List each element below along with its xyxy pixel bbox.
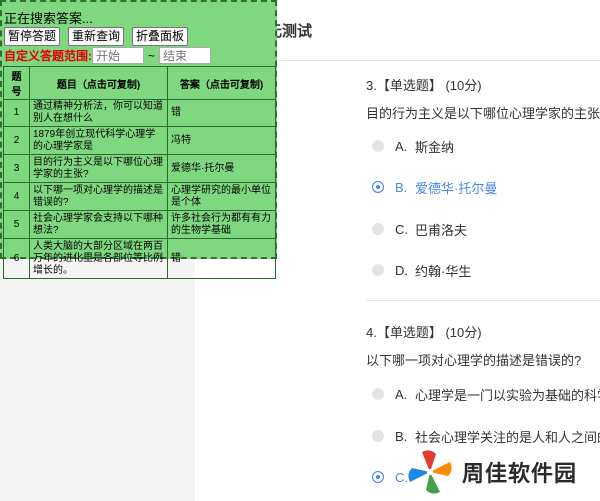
panel-toolbar: 暂停答题 重新查询 折叠面板 — [4, 27, 189, 46]
table-header-row: 题号 题目（点击可复制) 答案（点击可复制) — [3, 66, 276, 100]
radio-selected-icon[interactable] — [372, 181, 384, 193]
option-text: 斯金纳 — [415, 139, 455, 155]
answer-range-row: 自定义答题范围: ~ — [4, 47, 212, 64]
option-letter: D. — [395, 262, 408, 278]
row-answer[interactable]: 爱德华·托尔曼 — [167, 154, 276, 183]
option-letter: A. — [395, 386, 408, 402]
option-letter: A. — [395, 138, 408, 154]
column-header-question: 题目（点击可复制) — [29, 66, 168, 100]
row-question[interactable]: 1879年创立现代科学心理学的心理学家是 — [29, 126, 168, 155]
question-4-option-b[interactable]: B. 社会心理学关注的是人和人之间的关 — [372, 426, 600, 446]
collapse-panel-button[interactable]: 折叠面板 — [132, 27, 189, 46]
row-question[interactable]: 人类大脑的大部分区域在两百万年的进化里是各部位等比例增长的。 — [29, 238, 168, 279]
row-question[interactable]: 以下哪一项对心理学的描述是错误的? — [29, 182, 168, 211]
question-3-header: 3.【单选题】 (10分) — [366, 78, 482, 93]
table-row: 1 通过精神分析法，你可以知道别人在想什么 错 — [3, 99, 276, 127]
row-question[interactable]: 目的行为主义是以下哪位心理学家的主张? — [29, 154, 168, 183]
radio-icon[interactable] — [372, 140, 384, 152]
option-letter: B. — [395, 179, 408, 195]
requery-button[interactable]: 重新查询 — [68, 27, 125, 46]
option-text: 社会心理学关注的是人和人之间的关 — [415, 429, 600, 445]
row-number: 2 — [3, 126, 30, 155]
watermark: 周佳软件园 — [404, 448, 577, 496]
table-row: 5 社会心理学家会支持以下哪种想法? 许多社会行为都有有力的生物学基础 — [3, 210, 276, 239]
table-row: 3 目的行为主义是以下哪位心理学家的主张? 爱德华·托尔曼 — [3, 154, 276, 183]
question-3-option-d[interactable]: D. 约翰·华生 — [372, 260, 471, 280]
radio-icon[interactable] — [372, 223, 384, 235]
pause-answer-button[interactable]: 暂停答题 — [4, 27, 61, 46]
range-label: 自定义答题范围: — [4, 49, 92, 63]
table-row: 2 1879年创立现代科学心理学的心理学家是 冯特 — [3, 126, 276, 155]
question-4-text: 以下哪一项对心理学的描述是错误的? — [366, 353, 582, 368]
option-letter: C. — [395, 221, 408, 237]
range-end-input[interactable] — [159, 47, 212, 64]
option-letter: B. — [395, 428, 408, 444]
option-text: 心理学是一门以实验为基础的科学 — [415, 387, 600, 403]
column-header-answer: 答案（点击可复制) — [167, 66, 276, 100]
row-question[interactable]: 通过精神分析法，你可以知道别人在想什么 — [29, 99, 168, 127]
watermark-text: 周佳软件园 — [462, 461, 578, 486]
question-3-option-c[interactable]: C. 巴甫洛夫 — [372, 219, 467, 239]
row-answer[interactable]: 错 — [167, 238, 276, 279]
column-header-number: 题号 — [3, 66, 30, 100]
row-answer[interactable]: 冯特 — [167, 126, 276, 155]
row-question[interactable]: 社会心理学家会支持以下哪种想法? — [29, 210, 168, 239]
row-answer[interactable]: 错 — [167, 99, 276, 127]
radio-icon[interactable] — [372, 430, 384, 442]
answer-table-wrap: 题号 题目（点击可复制) 答案（点击可复制) 1 通过精神分析法，你可以知道别人… — [3, 66, 276, 279]
pinwheel-logo-icon — [408, 450, 452, 494]
question-4-option-a[interactable]: A. 心理学是一门以实验为基础的科学 — [372, 384, 600, 404]
radio-icon[interactable] — [372, 264, 384, 276]
option-text: 爱德华·托尔曼 — [415, 180, 498, 196]
row-number: 1 — [3, 99, 30, 127]
range-start-input[interactable] — [92, 47, 144, 64]
question-3-text: 目的行为主义是以下哪位心理学家的主张? — [366, 106, 600, 121]
option-text: 巴甫洛夫 — [415, 222, 468, 238]
answer-table: 题号 题目（点击可复制) 答案（点击可复制) 1 通过精神分析法，你可以知道别人… — [3, 66, 276, 279]
row-number: 5 — [3, 210, 30, 239]
row-answer[interactable]: 心理学研究的最小单位是个体 — [167, 182, 276, 211]
row-number: 6 — [3, 238, 30, 279]
search-status: 正在搜索答案... — [4, 11, 93, 26]
range-separator: ~ — [148, 48, 156, 63]
option-text: 约翰·华生 — [415, 263, 472, 279]
row-number: 3 — [3, 154, 30, 183]
radio-selected-icon[interactable] — [372, 471, 384, 483]
answer-panel: 正在搜索答案... 暂停答题 重新查询 折叠面板 自定义答题范围: ~ 题号 题… — [0, 0, 277, 279]
question-divider — [366, 300, 600, 301]
radio-icon[interactable] — [372, 388, 384, 400]
table-row: 4 以下哪一项对心理学的描述是错误的? 心理学研究的最小单位是个体 — [3, 182, 276, 211]
table-row: 6 人类大脑的大部分区域在两百万年的进化里是各部位等比例增长的。 错 — [3, 238, 276, 279]
row-number: 4 — [3, 182, 30, 211]
row-answer[interactable]: 许多社会行为都有有力的生物学基础 — [167, 210, 276, 239]
question-3-option-b[interactable]: B. 爱德华·托尔曼 — [372, 177, 497, 197]
question-3-option-a[interactable]: A. 斯金纳 — [372, 136, 454, 156]
question-4-header: 4.【单选题】 (10分) — [366, 325, 482, 340]
